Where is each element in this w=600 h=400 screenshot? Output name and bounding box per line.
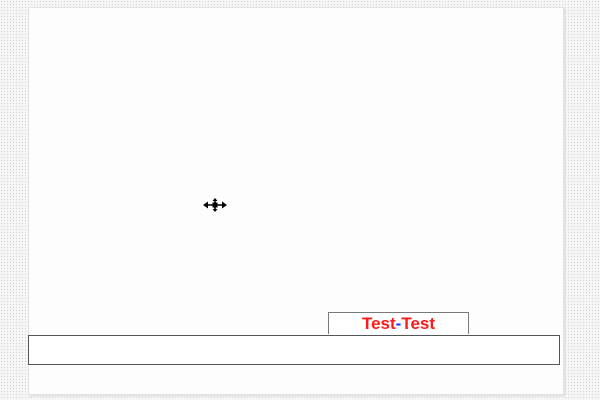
text-word-right: Test xyxy=(401,314,436,333)
move-cursor-icon xyxy=(203,198,227,212)
text-word-left: Test xyxy=(361,314,396,333)
input-bar[interactable] xyxy=(28,335,560,365)
text-frame[interactable]: Test-Test xyxy=(328,312,469,334)
